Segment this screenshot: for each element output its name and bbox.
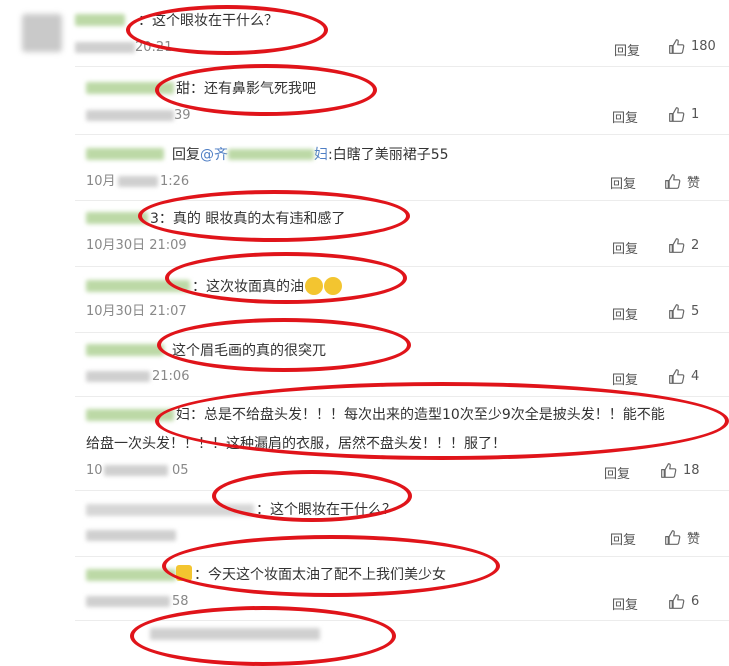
comment-time: 05 [172, 463, 189, 478]
date-blurred [86, 530, 176, 541]
reply-button[interactable]: 回复 [612, 369, 638, 388]
thumbs-up-icon [669, 107, 685, 122]
like-button[interactable]: 2 [668, 237, 699, 254]
comment-date: 10月 [86, 174, 116, 189]
comment-text: 回复@齐 妇:白瞎了美丽裙子55 [172, 146, 449, 164]
like-count: 2 [691, 238, 700, 253]
reply-button[interactable]: 回复 [614, 40, 640, 59]
reply-button[interactable]: 回复 [612, 238, 638, 257]
comment-body: :白瞎了美丽裙子55 [328, 147, 449, 163]
annotation-oval [165, 252, 407, 304]
like-count: 180 [691, 39, 716, 54]
thumbs-up-icon [661, 463, 677, 478]
like-count: 5 [691, 304, 700, 319]
annotation-oval [157, 318, 411, 372]
thumbs-up-icon [669, 238, 685, 253]
reply-button[interactable]: 回复 [604, 463, 630, 482]
like-button[interactable]: 赞 [664, 172, 700, 191]
like-count: 6 [691, 594, 700, 609]
annotation-oval [155, 64, 377, 116]
thumbs-up-icon [665, 530, 681, 545]
mention-blurred [228, 149, 314, 160]
annotation-oval [126, 5, 328, 55]
annotation-oval [155, 382, 729, 460]
thumbs-up-icon [665, 174, 681, 189]
reply-button[interactable]: 回复 [610, 529, 636, 548]
like-count: 1 [691, 107, 700, 122]
annotation-oval [162, 535, 500, 597]
reply-prefix: 回复 [172, 147, 200, 163]
like-button[interactable]: 1 [668, 106, 699, 123]
like-button[interactable]: 4 [668, 368, 699, 385]
username-blurred[interactable] [86, 344, 164, 356]
like-button[interactable]: 赞 [664, 528, 700, 547]
divider [75, 134, 729, 135]
like-count: 4 [691, 369, 700, 384]
reply-button[interactable]: 回复 [612, 107, 638, 126]
like-count: 赞 [687, 176, 701, 191]
thumbs-up-icon [669, 304, 685, 319]
comment-time: 10月30日 21:09 [86, 238, 187, 253]
username-blurred[interactable] [86, 148, 164, 160]
date-blurred [86, 110, 174, 121]
like-button[interactable]: 6 [668, 593, 699, 610]
reply-button[interactable]: 回复 [612, 304, 638, 323]
date-blurred [86, 371, 150, 382]
comment-time: 10月30日 21:07 [86, 304, 187, 319]
comment-date: 10 [86, 463, 103, 478]
username-blurred[interactable] [75, 14, 125, 26]
like-count: 赞 [687, 532, 701, 547]
divider [75, 66, 729, 67]
username-blurred[interactable] [86, 569, 176, 581]
date-blurred [86, 596, 170, 607]
date-blurred [75, 42, 135, 53]
comment-time: 21:06 [152, 369, 190, 384]
like-button[interactable]: 5 [668, 303, 699, 320]
comment-time: 58 [172, 594, 189, 609]
thumbs-up-icon [669, 594, 685, 609]
thumbs-up-icon [669, 369, 685, 384]
date-blurred [118, 176, 158, 187]
mention-link-end[interactable]: 妇 [314, 147, 328, 163]
avatar[interactable] [22, 14, 62, 52]
annotation-oval [138, 190, 410, 242]
like-count: 18 [683, 463, 700, 478]
comment-time: 39 [174, 108, 191, 123]
thumbs-up-icon [669, 39, 685, 54]
comment-time: 1:26 [160, 174, 190, 189]
annotation-oval [212, 470, 412, 522]
reply-button[interactable]: 回复 [610, 173, 636, 192]
reply-button[interactable]: 回复 [612, 594, 638, 613]
date-blurred [104, 465, 168, 476]
mention-link[interactable]: @齐 [200, 147, 228, 163]
annotation-oval [130, 606, 396, 666]
like-button[interactable]: 180 [668, 38, 716, 55]
like-button[interactable]: 18 [660, 462, 700, 479]
divider [75, 266, 729, 267]
